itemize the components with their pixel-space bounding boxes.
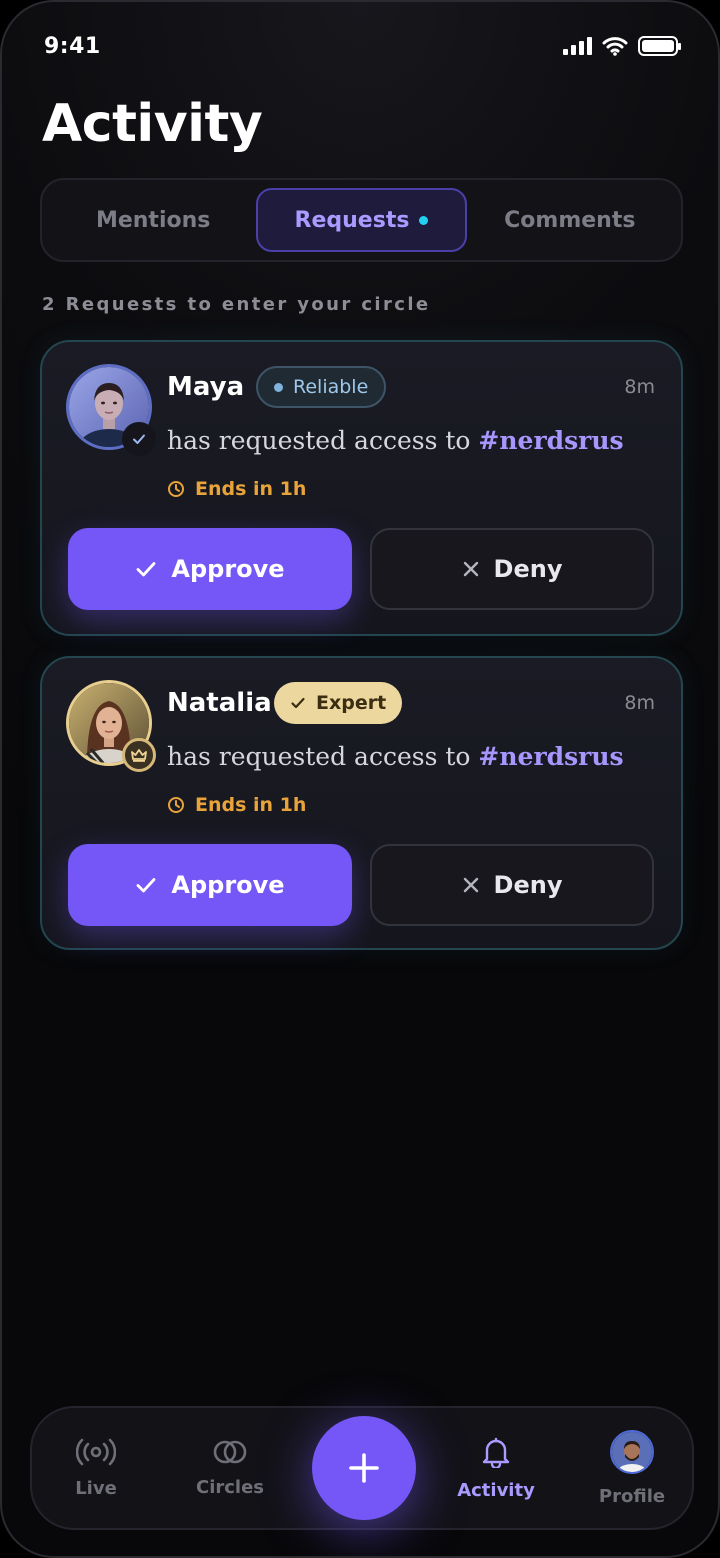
- nav-live-label: Live: [75, 1477, 117, 1499]
- nav-circles-label: Circles: [195, 1476, 265, 1498]
- circle-link[interactable]: #nerdsrus: [478, 742, 623, 771]
- circle-link[interactable]: #nerdsrus: [478, 426, 623, 455]
- bell-icon: [482, 1437, 510, 1468]
- check-icon: [137, 562, 156, 577]
- tab-requests[interactable]: Requests: [256, 188, 467, 252]
- profile-avatar: [610, 1429, 654, 1474]
- x-icon: [463, 561, 478, 577]
- unread-dot: [419, 215, 429, 225]
- bottom-nav: Live Circles Activity Profile: [30, 1406, 694, 1530]
- nav-circles[interactable]: Circles: [170, 1408, 290, 1528]
- request-card: Natalia Expert 8m has requested access t…: [40, 656, 683, 950]
- status-time: 9:41: [44, 34, 101, 59]
- request-time: 8m: [624, 376, 655, 398]
- circles-icon: [213, 1440, 247, 1463]
- expiry-notice: Ends in 1h: [167, 478, 306, 500]
- request-time: 8m: [624, 692, 655, 714]
- requester-name: Natalia: [167, 688, 272, 718]
- check-icon: [137, 878, 156, 893]
- verified-icon: [133, 434, 145, 444]
- expertise-badge: Expert: [274, 682, 403, 724]
- badge-label: Reliable: [293, 376, 369, 398]
- status-icons: [563, 36, 681, 56]
- tab-comments[interactable]: Comments: [467, 188, 673, 252]
- section-label: 2 Requests to enter your circle: [42, 294, 431, 315]
- requester-name: Maya: [167, 372, 245, 402]
- page-title: Activity: [42, 94, 263, 154]
- approve-button[interactable]: Approve: [68, 844, 352, 926]
- expiry-text: Ends in 1h: [195, 794, 307, 816]
- nav-profile-label: Profile: [598, 1485, 666, 1507]
- tab-bar: Mentions Requests Comments: [40, 178, 683, 262]
- nav-profile[interactable]: Profile: [572, 1408, 692, 1528]
- verified-badge: [122, 422, 156, 456]
- check-icon: [291, 697, 305, 709]
- phone-screen: 9:41 Activity Mentions Requests Comments: [0, 0, 720, 1558]
- clock-icon: [168, 481, 184, 497]
- reliability-badge: Reliable: [256, 366, 387, 408]
- request-text: has requested access to #nerdsrus: [167, 426, 624, 455]
- tab-comments-label: Comments: [504, 207, 636, 233]
- tab-requests-label: Requests: [294, 207, 410, 233]
- approve-label: Approve: [171, 555, 285, 583]
- approve-button[interactable]: Approve: [68, 528, 352, 610]
- expiry-text: Ends in 1h: [195, 478, 307, 500]
- request-text: has requested access to #nerdsrus: [167, 742, 624, 771]
- nav-activity[interactable]: Activity: [436, 1408, 556, 1528]
- deny-button[interactable]: Deny: [370, 528, 654, 610]
- request-text-prefix: has requested access to: [167, 742, 471, 771]
- nav-live[interactable]: Live: [36, 1408, 156, 1528]
- badge-dot: [274, 382, 283, 392]
- deny-button[interactable]: Deny: [370, 844, 654, 926]
- x-icon: [463, 877, 478, 893]
- plus-icon: [349, 1453, 379, 1483]
- expert-badge-icon: [122, 738, 156, 772]
- status-bar: 9:41: [2, 2, 718, 92]
- profile-avatar-image: [612, 1431, 652, 1472]
- tab-mentions[interactable]: Mentions: [50, 188, 256, 252]
- signal-icon: [563, 37, 592, 55]
- broadcast-icon: [76, 1438, 116, 1465]
- battery-fill: [642, 40, 674, 52]
- approve-label: Approve: [171, 871, 285, 899]
- nav-activity-label: Activity: [457, 1479, 535, 1501]
- deny-label: Deny: [493, 555, 563, 583]
- crown-icon: [131, 749, 147, 762]
- deny-label: Deny: [493, 871, 563, 899]
- tab-mentions-label: Mentions: [95, 207, 211, 233]
- avatar-wrap: [66, 680, 156, 772]
- battery-icon: [638, 36, 681, 56]
- create-button[interactable]: [312, 1416, 416, 1520]
- clock-icon: [168, 797, 184, 813]
- wifi-icon: [602, 37, 628, 56]
- expiry-notice: Ends in 1h: [167, 794, 306, 816]
- request-text-prefix: has requested access to: [167, 426, 471, 455]
- request-card: Maya Reliable 8m has requested access to…: [40, 340, 683, 636]
- avatar-wrap: [66, 364, 156, 456]
- badge-label: Expert: [316, 692, 387, 714]
